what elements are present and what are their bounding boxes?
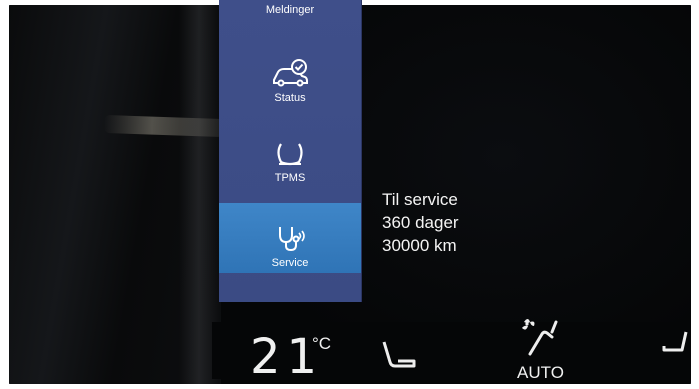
- car-check-icon: [273, 59, 308, 87]
- temperature-unit: °C: [312, 334, 332, 353]
- sidebar-item-meldinger[interactable]: Meldinger: [219, 0, 361, 20]
- sidebar: Meldinger Status TPMS Service: [219, 0, 362, 302]
- sidebar-item-label: Service: [271, 257, 309, 269]
- sidebar-item-service[interactable]: Service: [219, 203, 361, 273]
- stethoscope-icon: [279, 227, 305, 252]
- sidebar-item-label: Meldinger: [265, 4, 315, 16]
- tire-pressure-icon: [277, 143, 303, 166]
- sidebar-item-label: TPMS: [274, 172, 306, 184]
- service-days: 360 dager: [382, 213, 459, 232]
- service-distance: 30000 km: [382, 236, 457, 255]
- fan-auto-icon[interactable]: [516, 314, 568, 360]
- service-title: Til service: [382, 190, 458, 209]
- service-info-panel: Til service 360 dager 30000 km: [382, 188, 459, 257]
- sidebar-item-label: Status: [274, 92, 306, 104]
- passenger-seat-icon[interactable]: [660, 328, 690, 358]
- auto-label: AUTO: [517, 363, 564, 382]
- sidebar-item-tpms[interactable]: TPMS: [219, 124, 361, 188]
- seat-heat-icon[interactable]: [378, 338, 420, 374]
- sidebar-item-status[interactable]: Status: [219, 44, 361, 108]
